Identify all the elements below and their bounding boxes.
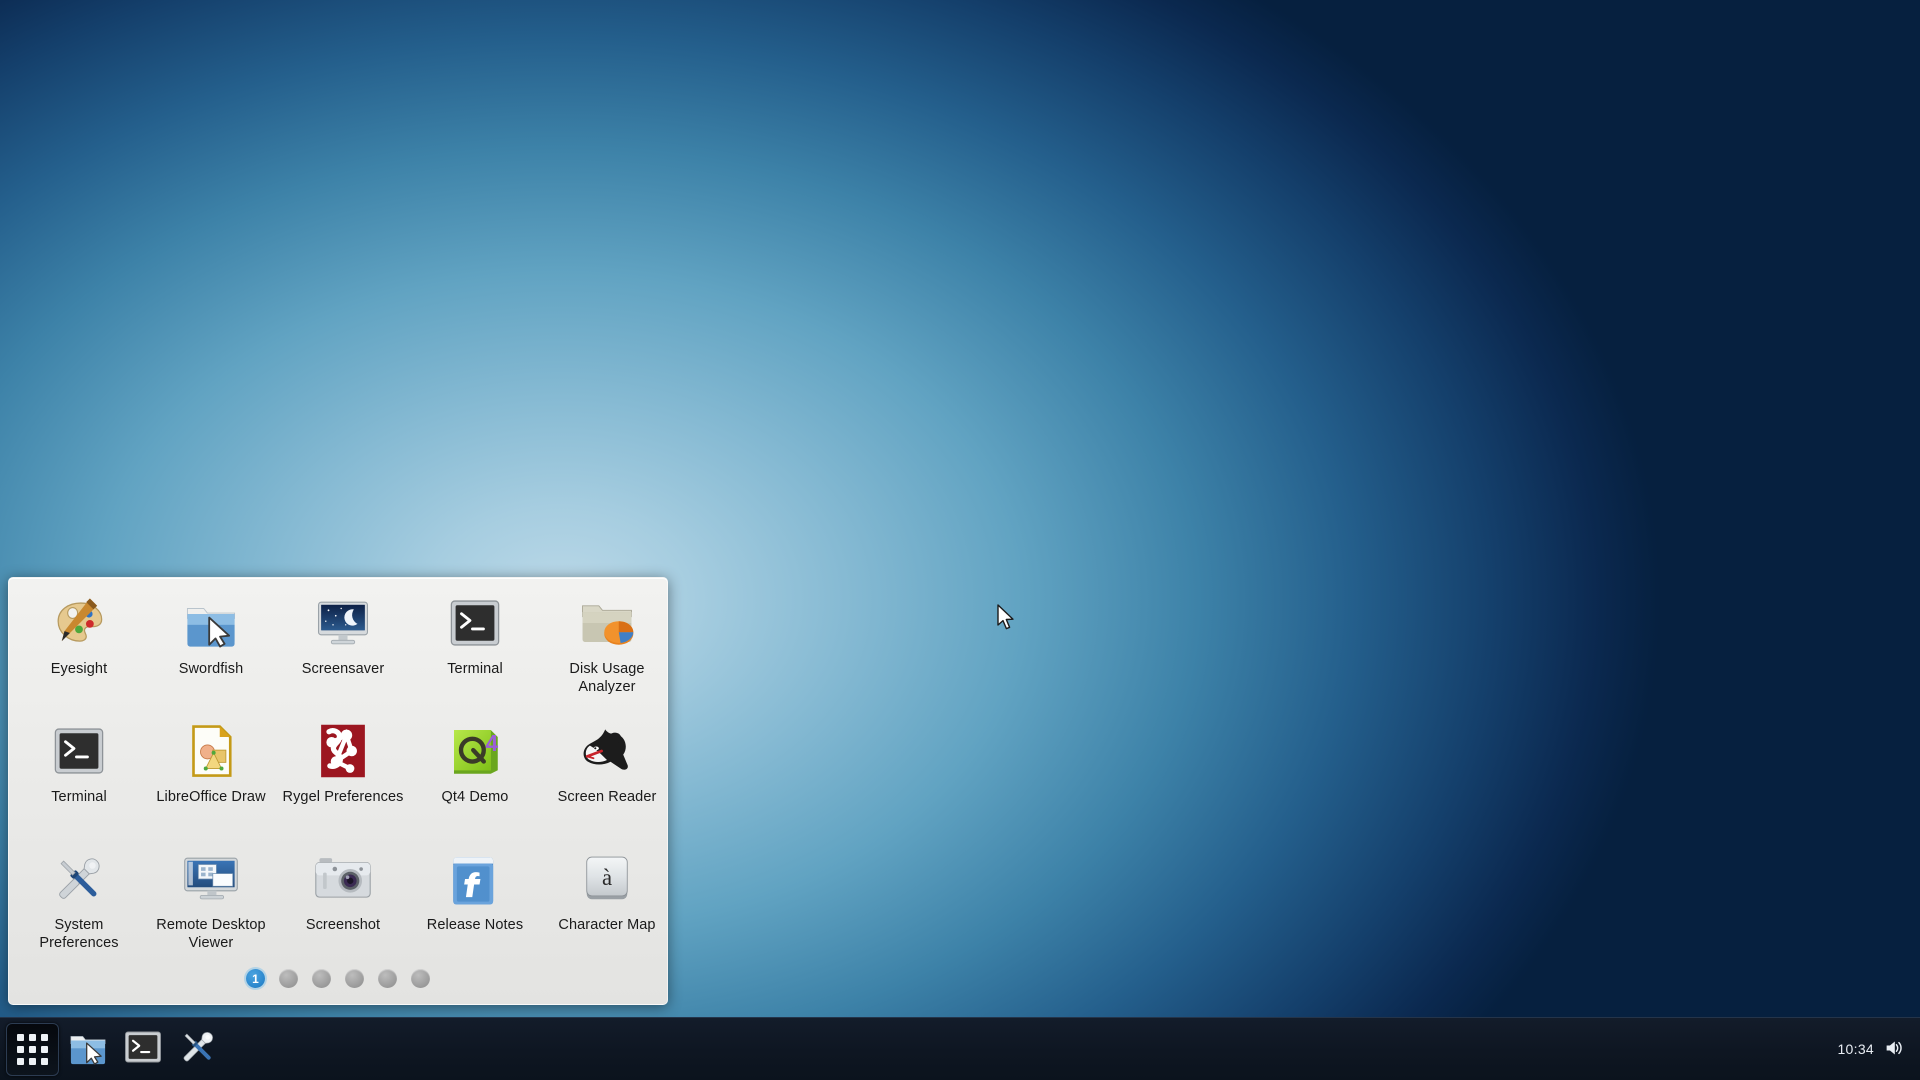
page-dot-active[interactable]: 1 xyxy=(246,969,265,988)
svg-text:à: à xyxy=(602,865,612,890)
page-indicator[interactable]: 1 xyxy=(9,969,667,988)
terminal-icon xyxy=(123,1027,163,1072)
wrench-screwdriver-icon xyxy=(48,848,110,910)
terminal-icon xyxy=(444,592,506,654)
qt4-cube-icon: 4 xyxy=(444,720,506,782)
app-item-eyesight[interactable]: Eyesight xyxy=(13,584,145,712)
taskbar-file-manager-button[interactable] xyxy=(61,1023,114,1076)
app-label: Screen Reader xyxy=(557,789,657,805)
folder-piechart-icon xyxy=(576,592,638,654)
app-label: System Preferences xyxy=(39,917,119,951)
application-grid: Eyesight Swordfish Screensaver Terminal … xyxy=(9,584,669,968)
app-item-terminal-top[interactable]: Terminal xyxy=(409,584,541,712)
app-item-system-preferences[interactable]: System Preferences xyxy=(13,840,145,968)
rygel-icon xyxy=(312,720,374,782)
taskbar-system-tools-button[interactable] xyxy=(171,1023,224,1076)
application-launcher-panel[interactable]: Eyesight Swordfish Screensaver Terminal … xyxy=(8,577,668,1005)
app-label: Remote Desktop Viewer xyxy=(156,917,266,951)
app-item-release-notes[interactable]: Release Notes xyxy=(409,840,541,968)
app-label: Disk Usage Analyzer xyxy=(569,661,645,695)
remote-monitor-icon xyxy=(180,848,242,910)
taskbar-status-area: 10:34 xyxy=(1837,1039,1920,1060)
svg-text:4: 4 xyxy=(486,730,499,756)
app-item-screenshot[interactable]: Screenshot xyxy=(277,840,409,968)
grid-icon xyxy=(17,1033,48,1065)
app-item-screen-reader[interactable]: Screen Reader xyxy=(541,712,673,840)
folder-cursor-icon xyxy=(180,592,242,654)
wrench-screwdriver-icon xyxy=(177,1026,219,1073)
app-label: Character Map xyxy=(558,917,656,933)
app-item-character-map[interactable]: à Character Map xyxy=(541,840,673,968)
app-label: Terminal xyxy=(51,789,107,805)
page-dot[interactable] xyxy=(345,969,364,988)
camera-icon xyxy=(312,848,374,910)
app-label: Screenshot xyxy=(305,917,381,933)
terminal-icon xyxy=(48,720,110,782)
page-dot[interactable] xyxy=(378,969,397,988)
app-item-swordfish[interactable]: Swordfish xyxy=(145,584,277,712)
app-item-remote-desktop-viewer[interactable]: Remote Desktop Viewer xyxy=(145,840,277,968)
app-item-qt4-demo[interactable]: 4 Qt4 Demo xyxy=(409,712,541,840)
app-label: LibreOffice Draw xyxy=(156,789,266,805)
mouse-cursor xyxy=(996,604,1018,630)
monitor-moon-icon xyxy=(312,592,374,654)
paint-palette-icon xyxy=(48,592,110,654)
app-item-rygel-preferences[interactable]: Rygel Preferences xyxy=(277,712,409,840)
app-label: Qt4 Demo xyxy=(441,789,509,805)
app-item-libreoffice-draw[interactable]: LibreOffice Draw xyxy=(145,712,277,840)
app-item-disk-usage-analyzer[interactable]: Disk Usage Analyzer xyxy=(541,584,673,712)
page-dot[interactable] xyxy=(312,969,331,988)
taskbar-terminal-button[interactable] xyxy=(116,1023,169,1076)
taskbar[interactable]: 10:34 xyxy=(0,1017,1920,1080)
app-label: Rygel Preferences xyxy=(282,789,404,805)
page-dot[interactable] xyxy=(411,969,430,988)
speaker-icon[interactable] xyxy=(1884,1039,1904,1060)
taskbar-app-launcher-button[interactable] xyxy=(6,1022,59,1076)
app-label: Screensaver xyxy=(301,661,385,677)
app-label: Eyesight xyxy=(50,661,108,677)
page-dot[interactable] xyxy=(279,969,298,988)
app-item-terminal[interactable]: Terminal xyxy=(13,712,145,840)
blue-book-f-icon xyxy=(444,848,506,910)
folder-cursor-icon xyxy=(67,1026,109,1073)
desktop[interactable]: Eyesight Swordfish Screensaver Terminal … xyxy=(0,0,1920,1080)
orca-whale-icon xyxy=(576,720,638,782)
app-label: Terminal xyxy=(447,661,503,677)
app-item-screensaver[interactable]: Screensaver xyxy=(277,584,409,712)
keyboard-key-a-grave-icon: à xyxy=(576,848,638,910)
app-label: Release Notes xyxy=(426,917,524,933)
libreoffice-draw-icon xyxy=(180,720,242,782)
app-label: Swordfish xyxy=(178,661,244,677)
taskbar-launchers xyxy=(0,1022,224,1076)
clock[interactable]: 10:34 xyxy=(1837,1041,1874,1057)
